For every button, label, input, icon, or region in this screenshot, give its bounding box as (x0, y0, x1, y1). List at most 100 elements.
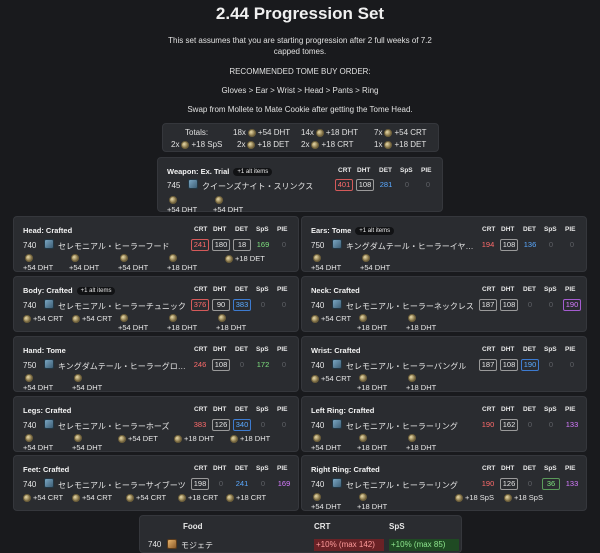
materia-icon (120, 314, 128, 322)
stat-dht: 162 (500, 419, 518, 431)
alt-items-badge[interactable]: +1 alt items (233, 167, 273, 176)
stat-pie: 133 (565, 479, 579, 488)
item-level: 740 (23, 241, 37, 250)
stat-pie: 0 (281, 360, 287, 369)
gear-panel-hands[interactable]: Hand: Tome CRT DHT DET SpS PIE 750 キングダムテール・ヒーラ… (13, 336, 299, 392)
materia-icon (315, 128, 324, 137)
item-name[interactable]: セレモニアル・ヒーラーバングル (346, 361, 476, 372)
gear-panel-wrist[interactable]: Wrist: Crafted CRT DHT DET SpS PIE 740 セレモニアル・ヒ… (301, 336, 587, 392)
materia-icon (504, 493, 512, 502)
stat-pie: 0 (281, 240, 287, 249)
total-item: 14x +18 DHT (301, 128, 359, 137)
materia-slot: +54 CRT (23, 314, 63, 323)
item-name[interactable]: セレモニアル・ヒーラーリング (346, 421, 476, 432)
item-name[interactable]: セレモニアル・ヒーラーリング (346, 480, 476, 491)
intro-line-2: capped tomes. (273, 47, 327, 56)
materia-slot: +54 DHT (311, 493, 341, 511)
food-panel[interactable]: Food CRT SpS 740 モジェテ +10% (max 142) +10… (139, 515, 462, 553)
total-item: 2x +18 DET (237, 140, 290, 149)
item-level: 740 (311, 361, 325, 370)
stat-crt: 187 (479, 299, 497, 311)
item-icon (44, 239, 54, 249)
gear-panel-weapon[interactable]: Weapon: Ex. Trial +1 alt items CRT DHT DE… (157, 157, 443, 214)
stat-dht: 0 (218, 479, 224, 488)
stat-crt: 198 (191, 478, 209, 490)
gear-panel-feet[interactable]: Feet: Crafted CRT DHT DET SpS PIE 740 セレモニアル・ヒー… (13, 455, 299, 511)
totals-label: Totals: (185, 128, 209, 137)
stat-sps: 0 (260, 300, 266, 309)
stat-crt: 383 (193, 420, 207, 429)
materia-slot: +18 DHT (406, 434, 436, 452)
stat-det: 0 (527, 479, 533, 488)
materia-slot: +54 CRT (126, 493, 166, 502)
materia-slot: +54 DHT (23, 254, 53, 272)
item-name[interactable]: セレモニアル・ヒーラーホーズ (58, 421, 188, 432)
stat-dht: 180 (212, 239, 230, 251)
stat-det: 0 (239, 360, 245, 369)
alt-items-badge[interactable]: +1 alt items (76, 286, 116, 295)
total-item: 7x +54 CRT (374, 128, 427, 137)
gear-panel-legs[interactable]: Legs: Crafted CRT DHT DET SpS PIE 740 セレモニアル・ヒー… (13, 396, 299, 452)
stat-crt: 401 (335, 179, 353, 191)
item-icon (44, 478, 54, 488)
materia-icon (71, 254, 79, 262)
stat-sps: 0 (548, 420, 554, 429)
stat-dht: 108 (500, 359, 518, 371)
alt-items-badge[interactable]: +1 alt items (355, 226, 395, 235)
item-name[interactable]: セレモニアル・ヒーラーチュニック (58, 301, 188, 312)
stat-dht: 108 (500, 239, 518, 251)
slot-title: Legs: Crafted (23, 406, 72, 415)
item-name[interactable]: セレモニアル・ヒーラーネックレス (346, 301, 476, 312)
stat-pie: 169 (277, 479, 291, 488)
food-sps-header: SpS (389, 522, 405, 531)
materia-icon (384, 140, 393, 149)
item-level: 740 (23, 480, 37, 489)
materia-slot: +18 DHT (357, 314, 387, 332)
item-name[interactable]: クイーンズナイト・スリンクス (202, 181, 332, 192)
stat-crt: 194 (481, 240, 495, 249)
gear-panel-head[interactable]: Head: Crafted CRT DHT DET SpS PIE 740 セレモニアル・ヒー… (13, 216, 299, 272)
materia-icon (178, 493, 186, 502)
item-icon (332, 239, 342, 249)
gear-panel-body[interactable]: Body: Crafted +1 alt items CRT DHT DET SpS PIE… (13, 276, 299, 332)
stat-crt: 376 (191, 299, 209, 311)
food-name[interactable]: モジェテ (181, 540, 213, 551)
materia-icon (215, 196, 223, 204)
item-name[interactable]: キングダムテール・ヒーラーグロ… (58, 361, 188, 372)
materia-icon (313, 434, 321, 442)
materia-icon (174, 434, 182, 443)
weapon-icon (188, 179, 198, 189)
item-name[interactable]: キングダムテール・ヒーラーイヤ… (346, 241, 476, 252)
gear-panel-ears[interactable]: Ears: Tome +1 alt items CRT DHT DET SpS PIE 750… (301, 216, 587, 272)
materia-icon (408, 434, 416, 442)
stat-crt: 190 (481, 420, 495, 429)
materia-slot: +54 DET (118, 434, 158, 443)
materia-slot: +54 DHT (311, 254, 341, 272)
stat-sps: 172 (256, 360, 270, 369)
food-crt-value: +10% (max 142) (314, 539, 384, 551)
stat-pie: 0 (425, 180, 431, 189)
item-name[interactable]: セレモニアル・ヒーラーサイブーツ (58, 480, 188, 491)
slot-title: Ears: Tome +1 alt items (311, 226, 395, 235)
totals-panel: Totals: 18x +54 DHT 14x +18 DHT 7x +54 CRT … (162, 123, 439, 152)
stat-det: 383 (233, 299, 251, 311)
total-item: 2x +18 CRT (301, 140, 354, 149)
stat-dht: 108 (500, 299, 518, 311)
item-icon (332, 359, 342, 369)
gear-panel-left-ring[interactable]: Left Ring: Crafted CRT DHT DET SpS PIE 740 セレモニ… (301, 396, 587, 452)
materia-slot: +54 CRT (72, 314, 112, 323)
item-name[interactable]: セレモニアル・ヒーラーフード (58, 241, 188, 252)
item-icon (44, 299, 54, 309)
gear-panel-neck[interactable]: Neck: Crafted CRT DHT DET SpS PIE 740 セレモニアル・ヒー… (301, 276, 587, 332)
stat-pie: 0 (569, 360, 575, 369)
materia-slot: +54 CRT (72, 493, 112, 502)
materia-icon (226, 493, 234, 502)
gear-panel-right-ring[interactable]: Right Ring: Crafted CRT DHT DET SpS PIE 740 セレモ… (301, 455, 587, 511)
item-icon (44, 419, 54, 429)
materia-slot: +18 DET (225, 254, 265, 263)
materia-icon (311, 374, 319, 383)
item-icon (332, 299, 342, 309)
total-item: 18x +54 DHT (233, 128, 291, 137)
materia-icon (74, 434, 82, 442)
materia-icon (408, 374, 416, 382)
